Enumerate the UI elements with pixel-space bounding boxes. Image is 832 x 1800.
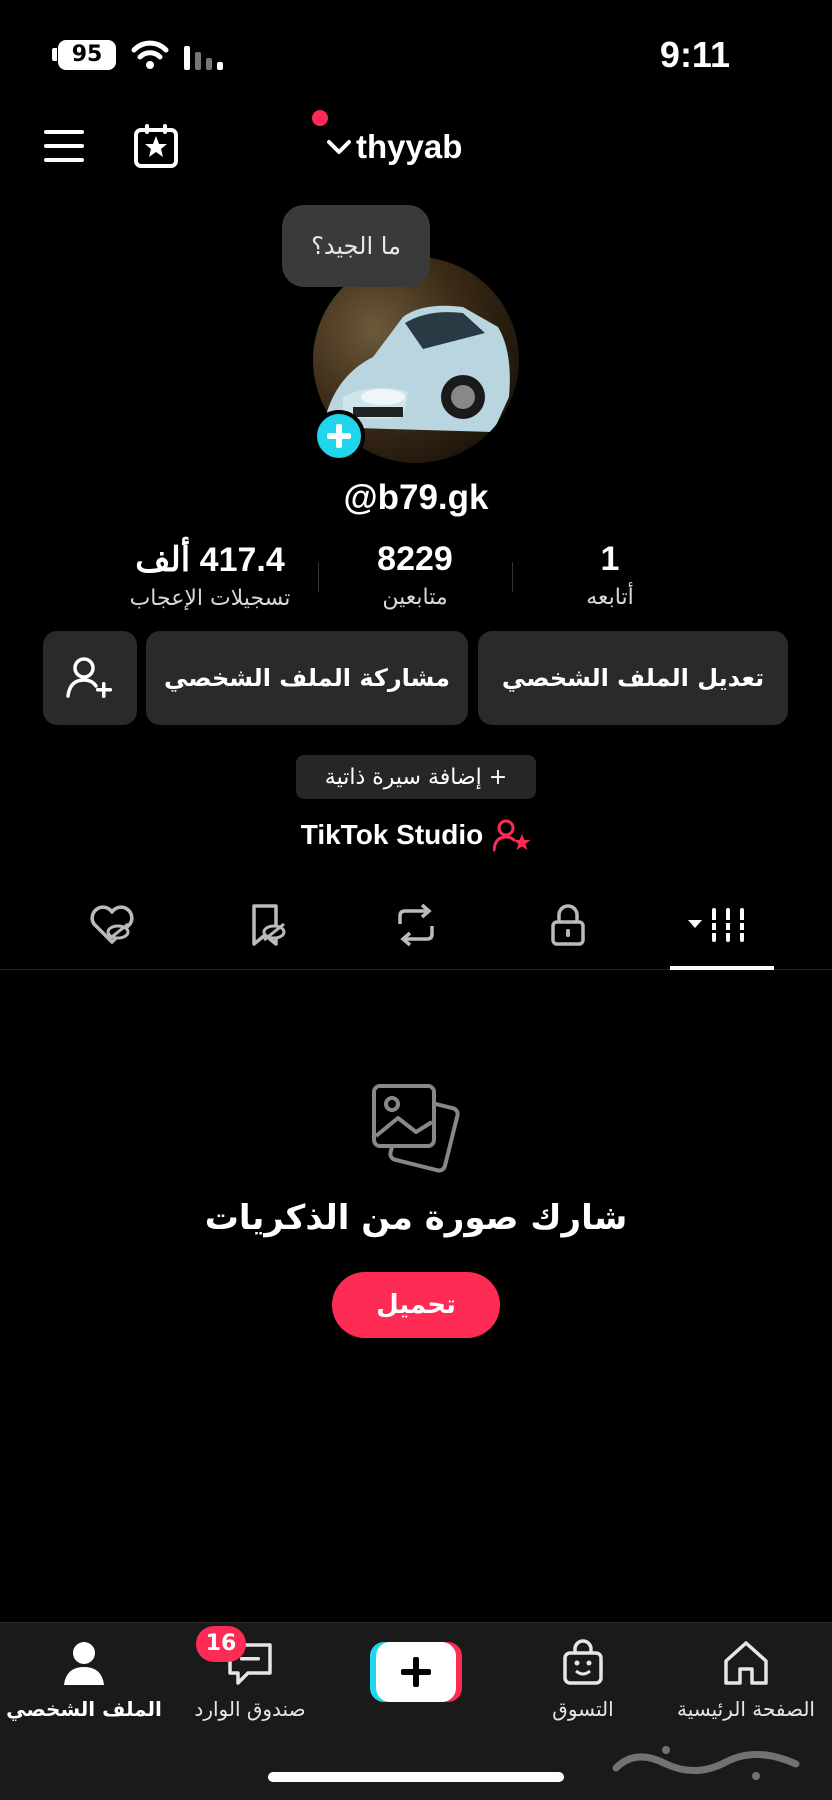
stat-followers-value: 8229	[377, 540, 453, 578]
tab-liked[interactable]	[82, 902, 142, 948]
profile-stats: 417.4 ألف تسجيلات الإعجاب 8229 متابعين 1…	[110, 540, 710, 620]
stat-likes-value: 417.4 ألف	[135, 541, 285, 579]
status-bar: 95 9:11	[0, 0, 832, 110]
battery-cap	[52, 48, 57, 61]
home-icon	[724, 1641, 768, 1685]
nav-inbox-label: صندوق الوارد	[194, 1697, 306, 1721]
empty-state-title: شارك صورة من الذكريات	[204, 1198, 628, 1238]
nav-inbox[interactable]: صندوق الوارد	[170, 1637, 330, 1721]
wifi-icon	[131, 40, 169, 69]
plus-icon	[401, 1657, 431, 1687]
clock: 9:11	[659, 34, 730, 75]
add-user-icon	[66, 657, 112, 698]
plus-icon	[327, 424, 351, 448]
upload-button[interactable]: تحميل	[332, 1272, 500, 1338]
tab-private[interactable]	[538, 902, 598, 948]
tab-favorites[interactable]	[236, 902, 296, 948]
stat-likes-label: تسجيلات الإعجاب	[129, 586, 291, 611]
notification-dot	[312, 110, 328, 126]
tab-reposts[interactable]	[386, 902, 446, 948]
create-button-face	[376, 1642, 456, 1702]
battery-indicator: 95	[58, 40, 116, 70]
share-profile-button[interactable]: مشاركة الملف الشخصي	[146, 631, 468, 725]
creator-star-icon	[493, 819, 531, 852]
menu-icon[interactable]	[42, 126, 86, 166]
nav-home-label: الصفحة الرئيسية	[677, 1697, 815, 1721]
status-bubble[interactable]: ما الجيد؟	[282, 205, 430, 287]
shopping-bag-icon	[563, 1639, 603, 1685]
profile-icon	[64, 1642, 104, 1685]
stat-following-value: 1	[600, 540, 620, 578]
add-friend-button[interactable]	[43, 631, 137, 725]
heart-hidden-icon	[90, 905, 134, 944]
photos-icon	[372, 1084, 460, 1173]
profile-tabs	[0, 888, 832, 970]
create-button[interactable]	[370, 1642, 462, 1702]
chevron-down-icon	[327, 140, 351, 154]
active-tab-indicator	[670, 966, 774, 970]
nav-shop-label: التسوق	[552, 1697, 614, 1721]
inbox-badge: 16	[196, 1626, 246, 1662]
calendar-star-icon[interactable]	[132, 122, 180, 170]
bookmark-hidden-icon	[252, 904, 286, 946]
profile-handle: @b79.gk	[343, 478, 489, 517]
lock-icon	[551, 904, 585, 946]
stat-likes[interactable]: 417.4 ألف تسجيلات الإعجاب	[110, 540, 310, 611]
edit-profile-button[interactable]: تعديل الملف الشخصي	[478, 631, 788, 725]
grid-dropdown-icon	[688, 908, 748, 942]
add-story-button[interactable]	[313, 410, 365, 462]
nav-profile-label: الملف الشخصي	[6, 1697, 162, 1721]
tab-videos[interactable]	[684, 902, 754, 948]
tiktok-studio-link[interactable]: TikTok Studio	[0, 818, 832, 852]
repost-icon	[398, 903, 434, 947]
stat-followers-label: متابعين	[382, 585, 448, 610]
stat-following-label: أتابعه	[586, 585, 634, 610]
signal-icon	[184, 46, 223, 70]
nav-shop[interactable]: التسوق	[503, 1637, 663, 1721]
tiktok-studio-label: TikTok Studio	[300, 819, 484, 850]
account-username: thyyab	[356, 128, 463, 165]
stat-following[interactable]: 1 أتابعه	[510, 540, 710, 610]
home-indicator	[268, 1772, 564, 1782]
account-switcher[interactable]: thyyab	[312, 110, 463, 172]
add-bio-button[interactable]: + إضافة سيرة ذاتية	[296, 755, 536, 799]
haraj-watermark	[612, 1746, 800, 1780]
nav-home[interactable]: الصفحة الرئيسية	[666, 1637, 826, 1721]
nav-profile[interactable]: الملف الشخصي	[4, 1637, 164, 1721]
stat-followers[interactable]: 8229 متابعين	[315, 540, 515, 610]
